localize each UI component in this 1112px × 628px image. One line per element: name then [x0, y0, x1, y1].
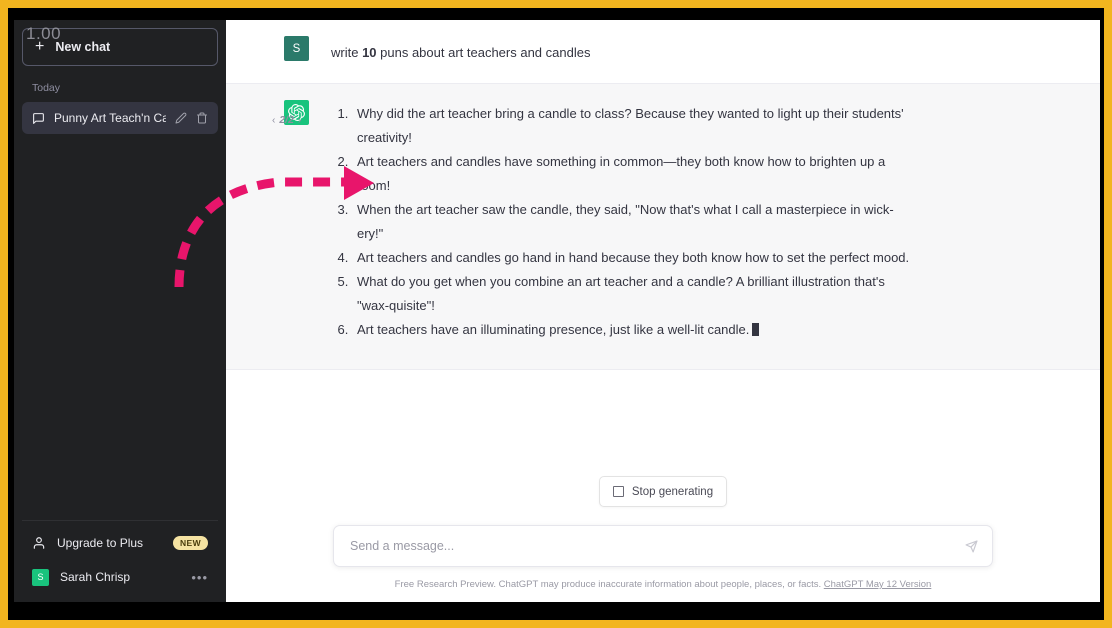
- sidebar: 1.00 + New chat Today Punny Art Teach'n …: [14, 20, 226, 602]
- user-text-bold: 10: [362, 45, 377, 60]
- disclaimer-text: Free Research Preview. ChatGPT may produ…: [394, 579, 824, 590]
- main-chat-area: S write 10 puns about art teachers and c…: [226, 20, 1100, 602]
- chatgpt-app-window: 1.00 + New chat Today Punny Art Teach'n …: [14, 20, 1100, 602]
- user-text-after: puns about art teachers and candles: [376, 45, 591, 60]
- list-item-2: Art teachers and candles have something …: [352, 150, 911, 198]
- list-item-6: Art teachers have an illuminating presen…: [352, 318, 911, 342]
- chat-bubble-icon: [32, 112, 45, 125]
- stop-generating-button[interactable]: Stop generating: [598, 476, 728, 507]
- section-label-today: Today: [32, 82, 61, 94]
- typing-cursor: [752, 323, 760, 337]
- trash-icon[interactable]: [196, 112, 208, 124]
- stop-square-icon: [612, 486, 624, 497]
- avatar: S: [32, 568, 49, 586]
- list-item-5: What do you get when you combine an art …: [352, 270, 911, 318]
- upgrade-to-plus-button[interactable]: Upgrade to Plus NEW: [22, 526, 218, 560]
- message-input[interactable]: [348, 538, 965, 554]
- composer-area: Stop generating Free Research Preview. C…: [226, 369, 1100, 602]
- new-chat-button[interactable]: + New chat: [22, 28, 218, 66]
- list-item-3: When the art teacher saw the candle, the…: [352, 198, 911, 246]
- pencil-icon[interactable]: [175, 112, 187, 124]
- pager-label: 2/2: [279, 114, 294, 127]
- user-message-row: S write 10 puns about art teachers and c…: [226, 20, 1100, 84]
- list-item-1: Why did the art teacher bring a candle t…: [352, 102, 911, 150]
- response-pager[interactable]: ‹ 2/2 ›: [272, 114, 301, 126]
- person-icon: [32, 536, 46, 550]
- sidebar-chat-item[interactable]: Punny Art Teach'n Can: [22, 102, 218, 134]
- ellipsis-icon[interactable]: •••: [191, 570, 208, 585]
- chat-item-title: Punny Art Teach'n Can: [54, 111, 166, 125]
- footer-disclaimer: Free Research Preview. ChatGPT may produ…: [313, 579, 1013, 590]
- message-composer[interactable]: [333, 525, 993, 567]
- assistant-message-row: ‹ 2/2 › Why did the art teacher bring a …: [226, 83, 1100, 370]
- plus-icon: +: [35, 38, 45, 55]
- avatar: S: [284, 36, 309, 61]
- pun-list: Why did the art teacher bring a candle t…: [331, 102, 911, 342]
- user-text-before: write: [331, 45, 363, 60]
- send-icon[interactable]: [965, 539, 978, 553]
- new-badge: NEW: [172, 535, 208, 551]
- yellow-frame-border: 1.00 + New chat Today Punny Art Teach'n …: [0, 0, 1112, 628]
- new-chat-label: New chat: [55, 40, 111, 54]
- user-message-text: write 10 puns about art teachers and can…: [309, 38, 590, 65]
- chevron-right-icon[interactable]: ›: [298, 115, 301, 126]
- account-name: Sarah Chrisp: [60, 570, 131, 584]
- version-link[interactable]: ChatGPT May 12 Version: [824, 579, 932, 590]
- assistant-message-text: Why did the art teacher bring a candle t…: [309, 102, 911, 342]
- list-item-4: Art teachers and candles go hand in hand…: [352, 246, 911, 270]
- stop-generating-label: Stop generating: [631, 485, 714, 498]
- upgrade-label: Upgrade to Plus: [57, 536, 144, 550]
- sidebar-footer: Upgrade to Plus NEW S Sarah Chrisp •••: [22, 520, 218, 594]
- account-row[interactable]: S Sarah Chrisp •••: [22, 560, 218, 594]
- chevron-left-icon[interactable]: ‹: [272, 115, 275, 126]
